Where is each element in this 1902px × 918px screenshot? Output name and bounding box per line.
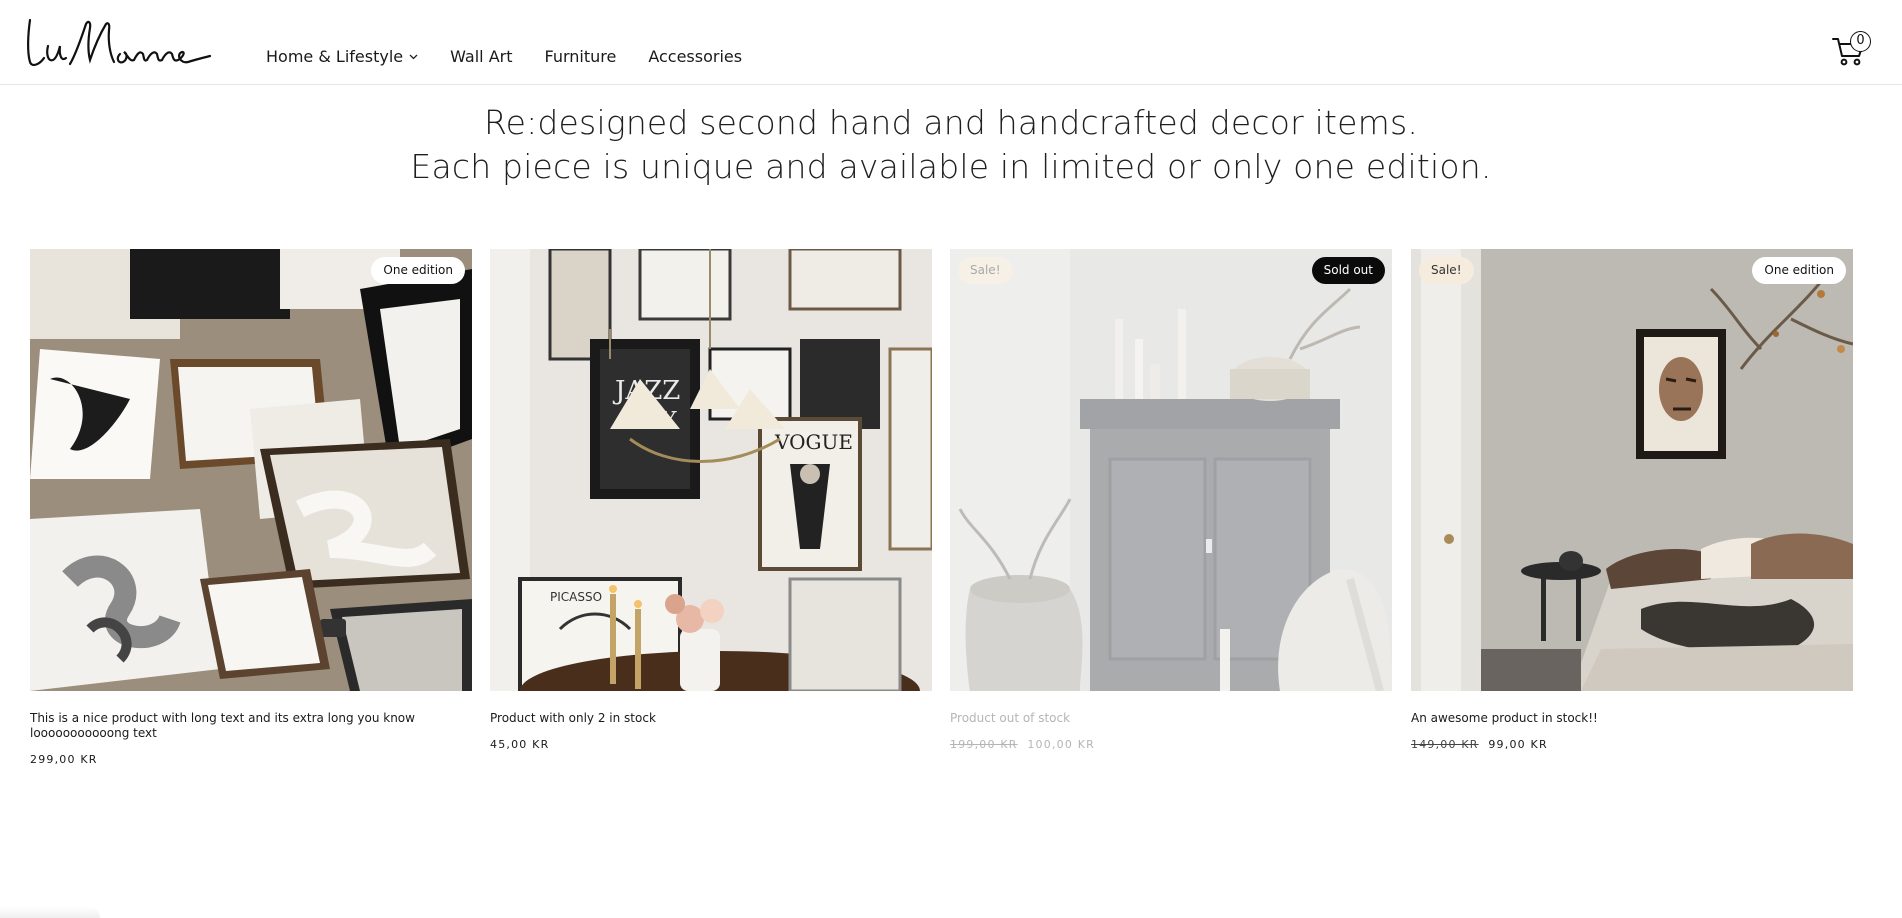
site-header: Home & Lifestyle Wall Art Furniture Acce… [0, 0, 1902, 85]
product-title[interactable]: Product out of stock [950, 711, 1370, 726]
main-nav: Home & Lifestyle Wall Art Furniture Acce… [266, 46, 774, 68]
product-price: 199,00 KR 100,00 KR [950, 738, 1392, 751]
nav-item-label: Accessories [648, 47, 743, 66]
product-photo-cabinet [950, 249, 1392, 691]
bottom-left-shadow [0, 906, 100, 918]
product-card: JAZZ DAY VOGUE PICASSO [490, 249, 932, 751]
current-price: 45,00 KR [490, 738, 550, 751]
logo[interactable] [26, 14, 212, 70]
old-price: 149,00 KR [1411, 738, 1479, 751]
badge-sale: Sale! [1419, 257, 1474, 284]
logo-signature [27, 18, 212, 67]
tagline-line-1: Re:designed second hand and handcrafted … [483, 103, 1419, 142]
badge-sale: Sale! [958, 257, 1013, 284]
cart-button[interactable]: 0 [1832, 30, 1872, 70]
nav-item-label: Wall Art [450, 47, 513, 66]
current-price: 99,00 KR [1488, 738, 1548, 751]
chevron-down-icon [409, 54, 418, 60]
badge-one-edition: One edition [371, 257, 465, 284]
product-price: 149,00 KR 99,00 KR [1411, 738, 1853, 751]
product-grid: One edition This is a nice product with … [30, 249, 1854, 789]
product-image-link[interactable]: Sale! Sold out [950, 249, 1392, 691]
badge-one-edition: One edition [1752, 257, 1846, 284]
current-price: 100,00 KR [1027, 738, 1096, 751]
nav-item-label: Furniture [544, 47, 617, 66]
product-image-link[interactable]: One edition [30, 249, 472, 691]
product-title[interactable]: This is a nice product with long text an… [30, 711, 450, 741]
product-image-link[interactable]: Sale! One edition [1411, 249, 1853, 691]
product-card: One edition This is a nice product with … [30, 249, 472, 766]
badge-sold-out: Sold out [1311, 257, 1385, 284]
svg-text:PICASSO: PICASSO [550, 590, 602, 604]
hero-tagline: Re:designed second hand and handcrafted … [0, 101, 1902, 189]
nav-item-home-lifestyle[interactable]: Home & Lifestyle [266, 46, 418, 68]
product-image-link[interactable]: JAZZ DAY VOGUE PICASSO [490, 249, 932, 691]
nav-item-wall-art[interactable]: Wall Art [450, 46, 512, 68]
tagline-line-2: Each piece is unique and available in li… [410, 147, 1492, 186]
cart-count-badge: 0 [1850, 31, 1871, 52]
current-price: 299,00 KR [30, 753, 98, 766]
product-card: Sale! Sold out Product out of stock 199,… [950, 249, 1392, 751]
product-photo-bedroom [1411, 249, 1853, 691]
product-title[interactable]: Product with only 2 in stock [490, 711, 910, 726]
nav-item-accessories[interactable]: Accessories [648, 46, 742, 68]
old-price: 199,00 KR [950, 738, 1018, 751]
product-photo-framed-art [30, 249, 472, 691]
product-title[interactable]: An awesome product in stock!! [1411, 711, 1831, 726]
nav-item-furniture[interactable]: Furniture [544, 46, 616, 68]
product-price: 45,00 KR [490, 738, 932, 751]
svg-text:VOGUE: VOGUE [774, 430, 853, 454]
product-photo-gallery-wall: JAZZ DAY VOGUE PICASSO [490, 249, 932, 691]
product-price: 299,00 KR [30, 753, 472, 766]
nav-item-label: Home & Lifestyle [266, 47, 404, 66]
product-card: Sale! One edition An awesome product in … [1411, 249, 1853, 751]
